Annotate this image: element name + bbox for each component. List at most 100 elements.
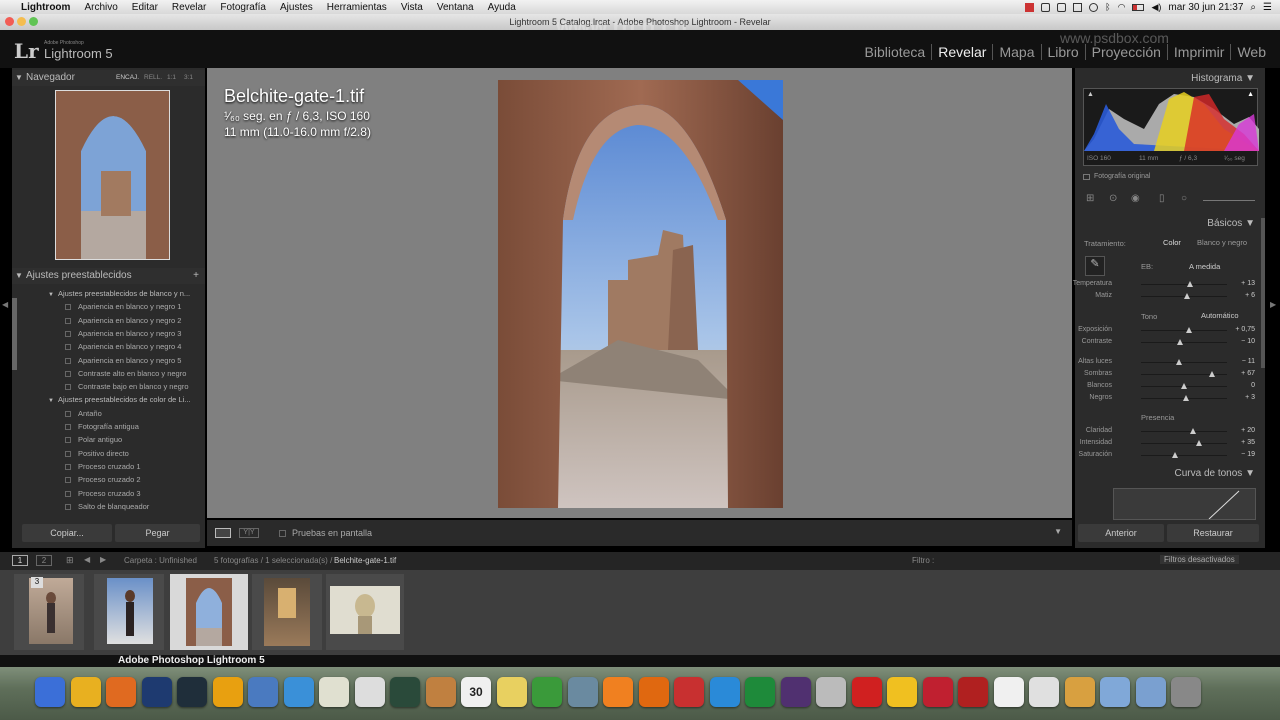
- slider-knob[interactable]: [1183, 293, 1190, 299]
- slider-track[interactable]: [1141, 284, 1227, 285]
- nav-mode-3-1[interactable]: 3:1: [184, 70, 193, 86]
- preset-item[interactable]: Apariencia en blanco y negro 5: [12, 354, 205, 367]
- calculator-icon[interactable]: [816, 677, 846, 707]
- left-panel-toggle-icon[interactable]: ◀: [2, 300, 8, 309]
- preset-item[interactable]: Fotografía antigua: [12, 420, 205, 433]
- menu-editar[interactable]: Editar: [125, 2, 165, 13]
- toolbar-menu-icon[interactable]: ▼: [1054, 527, 1062, 536]
- grid-icon[interactable]: ⊞: [66, 555, 74, 566]
- collapse-triangle-icon[interactable]: ▼: [12, 268, 26, 284]
- slider-track[interactable]: [1141, 330, 1227, 331]
- menu-fotografia[interactable]: Fotografía: [213, 2, 273, 13]
- slider-sombras[interactable]: Sombras + 67: [1075, 368, 1265, 380]
- back-arrow-icon[interactable]: ◀: [84, 555, 90, 564]
- histogram-header[interactable]: Histograma ▼: [1191, 73, 1255, 84]
- graduated-filter-icon[interactable]: ▯: [1159, 193, 1165, 204]
- filmstrip-thumb[interactable]: [252, 574, 322, 650]
- coda-icon[interactable]: [709, 677, 740, 707]
- filmstrip-thumb[interactable]: [94, 574, 164, 650]
- presets-header[interactable]: ▼ Ajustes preestablecidos +: [12, 268, 205, 284]
- notes-icon[interactable]: [993, 677, 1024, 707]
- preset-item[interactable]: Proceso cruzado 2: [12, 473, 205, 486]
- filmstrip-thumb[interactable]: [326, 574, 404, 650]
- slider-value[interactable]: + 20: [1241, 427, 1255, 434]
- chrome-icon[interactable]: [70, 677, 101, 707]
- module-libro[interactable]: Libro: [1040, 44, 1085, 60]
- document-icon[interactable]: [1029, 677, 1059, 707]
- illustrator-icon[interactable]: [638, 677, 669, 707]
- slider-knob[interactable]: [1187, 281, 1194, 287]
- preset-item[interactable]: Polar antiguo: [12, 433, 205, 446]
- nav-mode-1-1[interactable]: 1:1: [167, 70, 176, 86]
- slider-claridad[interactable]: Claridad + 20: [1075, 425, 1265, 437]
- slider-knob[interactable]: [1209, 371, 1216, 377]
- menu-ajustes[interactable]: Ajustes: [273, 2, 320, 13]
- menu-archivo[interactable]: Archivo: [77, 2, 124, 13]
- slider-value[interactable]: − 19: [1241, 451, 1255, 458]
- slider-track[interactable]: [1141, 342, 1227, 343]
- filmstrip-thumb-selected[interactable]: [170, 574, 248, 650]
- slider-track[interactable]: [1141, 362, 1227, 363]
- slider-value[interactable]: 0: [1251, 382, 1255, 389]
- slider-knob[interactable]: [1175, 359, 1182, 365]
- slider-intensidad[interactable]: Intensidad + 35: [1075, 437, 1265, 449]
- spot-removal-icon[interactable]: ⊙: [1109, 193, 1117, 204]
- trash-icon[interactable]: [1171, 677, 1201, 707]
- histogram[interactable]: ▲ ▲ ISO 160 11 mm ƒ / 6,3 ¹⁄₆₀ seg: [1083, 88, 1259, 166]
- slider-track[interactable]: [1141, 443, 1227, 444]
- slider-track[interactable]: [1141, 431, 1227, 432]
- tone-curve-graph[interactable]: [1113, 488, 1256, 520]
- slider-altas-luces[interactable]: Altas luces − 11: [1075, 356, 1265, 368]
- slider-value[interactable]: − 10: [1241, 338, 1255, 345]
- navigator-preview[interactable]: [55, 90, 170, 260]
- nav-mode-fit[interactable]: ENCAJ.: [116, 70, 139, 86]
- auto-tone-button[interactable]: Automático: [1201, 311, 1239, 320]
- shadow-clip-icon[interactable]: ▲: [1087, 91, 1094, 98]
- slider-knob[interactable]: [1186, 327, 1193, 333]
- photoshop-icon[interactable]: [141, 677, 172, 707]
- slider-knob[interactable]: [1182, 395, 1189, 401]
- reset-button[interactable]: Restaurar: [1167, 524, 1259, 542]
- slider-knob[interactable]: [1189, 428, 1196, 434]
- bluetooth-icon[interactable]: ᛒ: [1105, 2, 1110, 12]
- basic-header[interactable]: Básicos ▼: [1207, 218, 1255, 229]
- softproof-checkbox[interactable]: [279, 530, 286, 537]
- wb-select[interactable]: A medida: [1189, 262, 1220, 271]
- close-window-button[interactable]: [5, 17, 14, 26]
- slider-matiz[interactable]: Matiz + 6: [1075, 290, 1265, 302]
- preset-group[interactable]: ▼ Ajustes preestablecidos de blanco y n..…: [12, 287, 205, 300]
- excel-icon[interactable]: [745, 677, 775, 707]
- volume-icon[interactable]: ◀): [1151, 2, 1161, 13]
- preset-item[interactable]: Apariencia en blanco y negro 2: [12, 314, 205, 327]
- folder-label[interactable]: Carpeta : Unfinished: [124, 556, 197, 565]
- stickies-icon[interactable]: [496, 677, 527, 707]
- module-proyeccion[interactable]: Proyección: [1084, 44, 1167, 60]
- mindmap-icon[interactable]: [922, 677, 953, 707]
- current-photo-name[interactable]: Belchite-gate-1.tif: [334, 556, 396, 565]
- slider-value[interactable]: + 67: [1241, 370, 1255, 377]
- treatment-color[interactable]: Color: [1163, 238, 1181, 247]
- textedit-icon[interactable]: [319, 677, 349, 707]
- preset-item[interactable]: Apariencia en blanco y negro 4: [12, 340, 205, 353]
- preset-item[interactable]: Contraste bajo en blanco y negro: [12, 380, 205, 393]
- slider-value[interactable]: + 0,75: [1235, 326, 1255, 333]
- module-web[interactable]: Web: [1230, 44, 1272, 60]
- slider-value[interactable]: + 6: [1245, 292, 1255, 299]
- safari-icon[interactable]: [283, 677, 314, 707]
- paste-button[interactable]: Pegar: [115, 524, 200, 542]
- preset-item[interactable]: Salto de blanqueador: [12, 500, 205, 513]
- folder-icon[interactable]: [1100, 677, 1130, 707]
- crop-tool-icon[interactable]: ⊞: [1086, 193, 1094, 204]
- collapse-triangle-icon[interactable]: ▼: [12, 70, 26, 86]
- slider-saturacion[interactable]: Saturación − 19: [1075, 449, 1265, 461]
- cyberduck-icon[interactable]: [887, 677, 917, 707]
- loupe-view-icon[interactable]: [215, 528, 231, 538]
- slider-blancos[interactable]: Blancos 0: [1075, 380, 1265, 392]
- menu-herramientas[interactable]: Herramientas: [320, 2, 394, 13]
- menu-clock[interactable]: mar 30 jun 21:37: [1168, 2, 1243, 13]
- menu-app[interactable]: Lightroom: [14, 2, 77, 13]
- vlc-icon[interactable]: [603, 677, 633, 707]
- navigator-header[interactable]: ▼ Navegador ENCAJ. RELL. 1:1 3:1: [12, 70, 205, 86]
- scrollbar[interactable]: [1261, 218, 1265, 368]
- slider-value[interactable]: + 13: [1241, 280, 1255, 287]
